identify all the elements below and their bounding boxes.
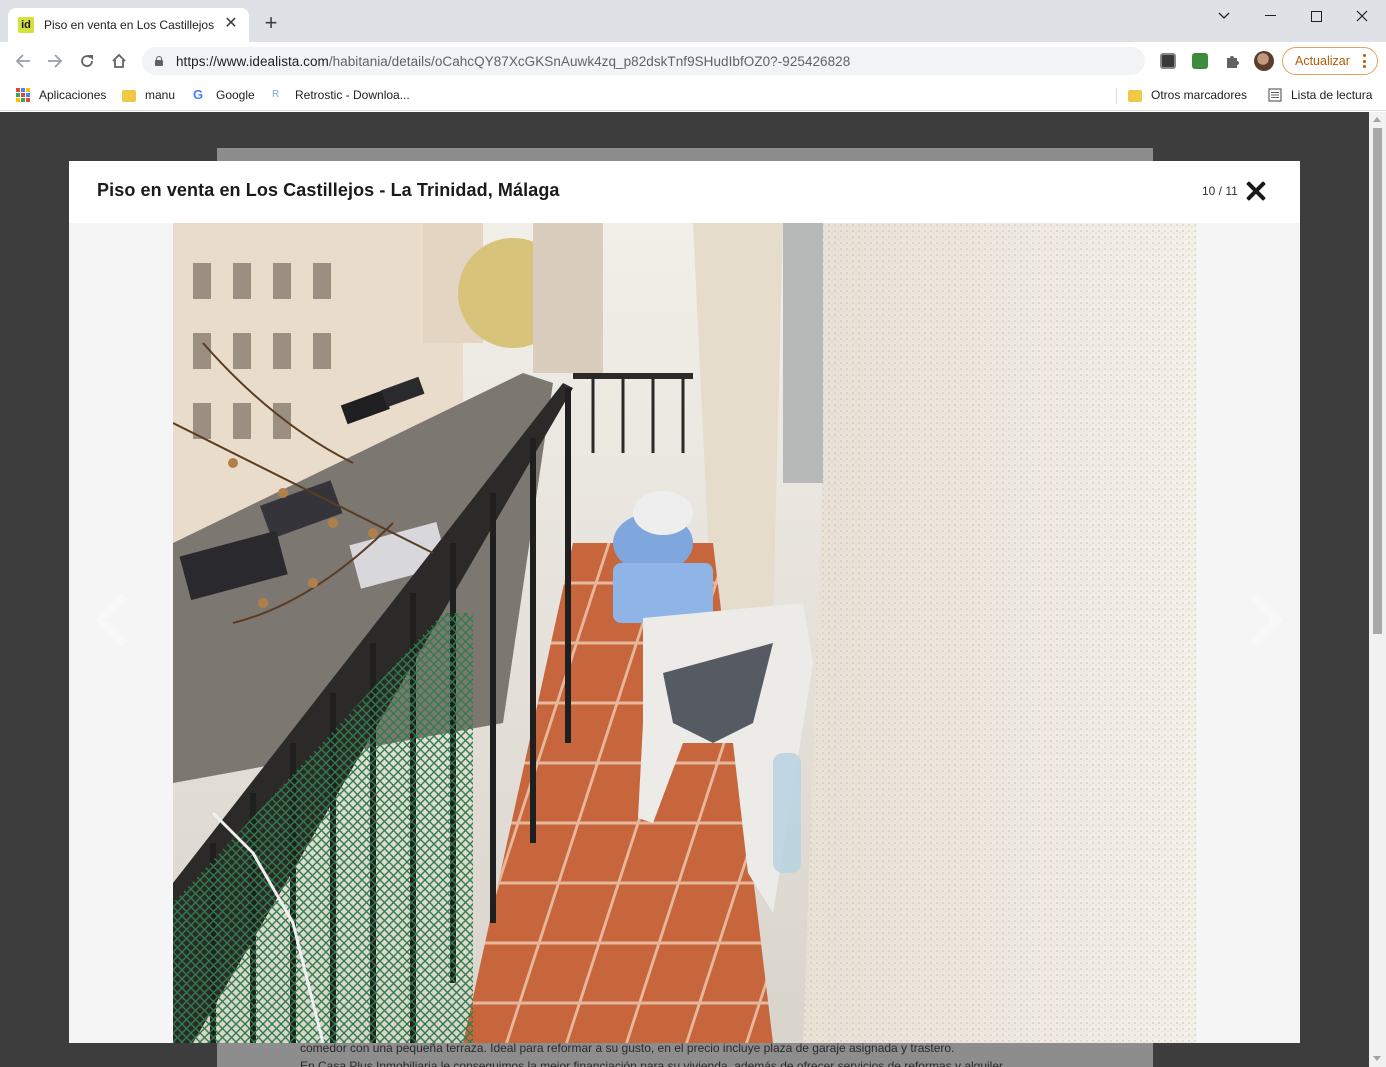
description-line: En Casa Plus Inmobiliaria le conseguimos… bbox=[300, 1059, 1006, 1067]
close-icon[interactable] bbox=[1244, 179, 1268, 203]
more-menu-icon bbox=[1363, 54, 1367, 68]
new-tab-button[interactable]: + bbox=[260, 12, 282, 35]
idealista-favicon-icon: id bbox=[18, 17, 34, 33]
modal-header: Piso en venta en Los Castillejos - La Tr… bbox=[69, 161, 1300, 223]
scroll-up-icon[interactable] bbox=[1373, 117, 1381, 122]
lock-icon[interactable] bbox=[154, 56, 164, 66]
maximize-button[interactable] bbox=[1301, 6, 1331, 26]
bookmark-manu[interactable]: manu bbox=[122, 85, 175, 105]
extension-1-icon[interactable] bbox=[1160, 53, 1176, 69]
bookmark-retrostic[interactable]: R Retrostic - Downloa... bbox=[272, 85, 410, 105]
bookmark-label: Aplicaciones bbox=[39, 88, 107, 102]
bookmark-reading-list[interactable]: Lista de lectura bbox=[1268, 85, 1372, 105]
reading-list-icon bbox=[1268, 88, 1282, 102]
next-photo-arrow-icon[interactable] bbox=[1239, 586, 1279, 656]
tab-strip: id Piso en venta en Los Castillejos - ✕ … bbox=[0, 0, 1386, 42]
bookmark-google[interactable]: G Google bbox=[193, 85, 255, 105]
browser-toolbar: https://www.idealista.com/habitania/deta… bbox=[0, 42, 1386, 80]
bookmark-label: manu bbox=[145, 88, 176, 102]
home-button[interactable] bbox=[108, 50, 130, 72]
photo-counter: 10 / 11 bbox=[1202, 184, 1238, 198]
folder-icon bbox=[122, 90, 136, 102]
bookmark-label: Google bbox=[216, 88, 255, 102]
photo-gallery-modal: Piso en venta en Los Castillejos - La Tr… bbox=[69, 161, 1300, 1043]
bookmark-label: Retrostic - Downloa... bbox=[295, 88, 410, 102]
minimize-button[interactable] bbox=[1255, 6, 1285, 26]
tab-search-icon[interactable] bbox=[1209, 6, 1239, 26]
modal-title: Piso en venta en Los Castillejos - La Tr… bbox=[97, 180, 560, 200]
tab-close-icon[interactable]: ✕ bbox=[223, 16, 239, 32]
bookmarks-bar: Aplicaciones manu G Google R Retrostic -… bbox=[0, 80, 1386, 111]
forward-button[interactable] bbox=[44, 50, 66, 72]
google-icon: G bbox=[193, 87, 204, 102]
tab-title: Piso en venta en Los Castillejos - bbox=[44, 18, 216, 32]
reload-button[interactable] bbox=[76, 50, 98, 72]
update-button-label: Actualizar bbox=[1295, 54, 1350, 68]
address-bar[interactable]: https://www.idealista.com/habitania/deta… bbox=[142, 47, 1145, 75]
tab-active[interactable]: id Piso en venta en Los Castillejos - ✕ bbox=[8, 8, 249, 42]
balcony-photo-image bbox=[173, 223, 1197, 1043]
close-window-button[interactable] bbox=[1347, 6, 1377, 26]
profile-avatar[interactable] bbox=[1254, 51, 1274, 71]
scroll-thumb[interactable] bbox=[1373, 128, 1382, 634]
update-button[interactable]: Actualizar bbox=[1282, 47, 1378, 75]
bookmark-label: Otros marcadores bbox=[1151, 88, 1248, 102]
extensions-puzzle-icon[interactable] bbox=[1224, 53, 1240, 69]
scroll-down-icon[interactable] bbox=[1373, 1056, 1381, 1061]
extension-2-icon[interactable] bbox=[1192, 53, 1208, 69]
bookmark-label: Lista de lectura bbox=[1291, 88, 1373, 102]
listing-description: comedor con una pequeña terraza. Ideal p… bbox=[300, 1039, 1160, 1067]
url-text: https://www.idealista.com/habitania/deta… bbox=[176, 53, 851, 69]
bookmark-separator bbox=[1116, 88, 1117, 104]
page-scrollbar[interactable] bbox=[1369, 112, 1386, 1067]
browser-window: id Piso en venta en Los Castillejos - ✕ … bbox=[0, 0, 1386, 1067]
apps-grid-icon bbox=[16, 88, 30, 102]
folder-icon bbox=[1128, 90, 1142, 102]
retrostic-icon: R bbox=[272, 89, 280, 100]
bookmark-other[interactable]: Otros marcadores bbox=[1128, 85, 1247, 105]
back-button[interactable] bbox=[12, 50, 34, 72]
bookmark-apps[interactable]: Aplicaciones bbox=[16, 85, 106, 105]
gallery-photo bbox=[173, 223, 1197, 1043]
previous-photo-arrow-icon[interactable] bbox=[91, 586, 131, 656]
